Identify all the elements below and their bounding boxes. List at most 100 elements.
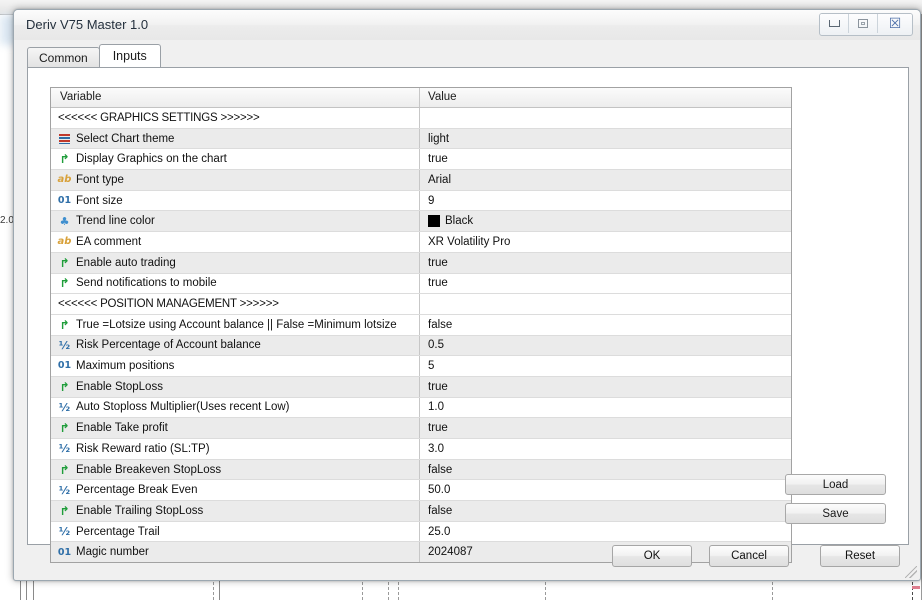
table-row[interactable]: ½Percentage Break Even50.0 (51, 480, 791, 501)
row-variable-cell: <<<<<< POSITION MANAGEMENT >>>>>> (51, 294, 420, 314)
row-variable-cell: ½Percentage Break Even (51, 480, 420, 500)
row-variable-label: Display Graphics on the chart (76, 153, 227, 165)
row-value-cell[interactable]: 0.5 (420, 336, 791, 356)
close-button[interactable]: ☒ (878, 14, 912, 33)
load-button-label: Load (823, 479, 849, 491)
row-variable-cell: <<<<<< GRAPHICS SETTINGS >>>>>> (51, 108, 420, 128)
double-type-icon: ½ (57, 525, 72, 538)
string-type-icon: ab (57, 235, 72, 248)
grid-header-row: Variable Value (51, 88, 791, 108)
row-variable-cell: 01Font size (51, 191, 420, 211)
row-variable-label: Percentage Trail (76, 526, 160, 538)
resize-grip[interactable] (905, 566, 917, 578)
table-row[interactable]: ↱Enable StopLosstrue (51, 377, 791, 398)
row-variable-label: Maximum positions (76, 360, 174, 372)
row-value-cell[interactable]: 5 (420, 356, 791, 376)
double-type-icon: ½ (57, 484, 72, 497)
row-value-text: Black (445, 215, 473, 227)
table-row[interactable]: <<<<<< POSITION MANAGEMENT >>>>>> (51, 294, 791, 315)
row-variable-cell: ab Font type (51, 170, 420, 190)
row-value-cell[interactable]: Arial (420, 170, 791, 190)
ea-properties-dialog: Deriv V75 Master 1.0 ☒ Common Inputs Var… (13, 9, 921, 581)
row-variable-label: Risk Reward ratio (SL:TP) (76, 443, 210, 455)
table-row[interactable]: ♣Trend line colorBlack (51, 211, 791, 232)
tab-common[interactable]: Common (27, 47, 100, 67)
reset-button[interactable]: Reset (820, 545, 900, 567)
table-row[interactable]: ↱ Enable Breakeven StopLoss false (51, 460, 791, 481)
row-value-cell[interactable]: true (420, 418, 791, 438)
minimize-button[interactable] (820, 14, 849, 33)
ok-button[interactable]: OK (612, 545, 692, 567)
row-variable-cell: Select Chart theme (51, 129, 420, 149)
row-value-cell[interactable]: XR Volatility Pro (420, 232, 791, 252)
row-value-cell[interactable]: true (420, 377, 791, 397)
load-button[interactable]: Load (785, 474, 886, 495)
row-value-cell[interactable]: 50.0 (420, 480, 791, 500)
cancel-button[interactable]: Cancel (709, 545, 789, 567)
row-value-cell[interactable]: 25.0 (420, 522, 791, 542)
table-row[interactable]: ↱ Enable Trailing StopLoss false (51, 501, 791, 522)
row-value-text: 3.0 (428, 443, 444, 455)
int-type-icon: 01 (57, 194, 72, 207)
row-value-text: 2024087 (428, 546, 473, 558)
tab-inputs-label: Inputs (113, 49, 147, 63)
table-row[interactable]: ↱Enable auto tradingtrue (51, 253, 791, 274)
row-value-cell[interactable]: true (420, 149, 791, 169)
maximize-button[interactable] (849, 14, 878, 33)
row-variable-label: Font type (76, 174, 124, 186)
tab-common-label: Common (39, 51, 88, 65)
bool-type-icon: ↱ (57, 153, 72, 166)
table-row[interactable]: ↱Enable Take profittrue (51, 418, 791, 439)
table-row[interactable]: ab EA comment XR Volatility Pro (51, 232, 791, 253)
dialog-title-bar[interactable]: Deriv V75 Master 1.0 ☒ (14, 10, 920, 40)
row-value-cell[interactable]: light (420, 129, 791, 149)
row-variable-label: Enable Breakeven StopLoss (76, 464, 221, 476)
row-value-cell[interactable]: false (420, 501, 791, 521)
row-value-cell[interactable]: true (420, 253, 791, 273)
chart-price-marker (912, 586, 920, 589)
save-button-label: Save (822, 508, 848, 520)
row-value-cell[interactable]: 9 (420, 191, 791, 211)
string-type-icon: ab (57, 173, 72, 186)
minimize-icon (829, 20, 840, 27)
table-row[interactable]: ↱True =Lotsize using Account balance || … (51, 315, 791, 336)
ok-button-label: OK (644, 550, 661, 562)
table-row[interactable]: ↱ Display Graphics on the chart true (51, 149, 791, 170)
row-value-cell[interactable]: false (420, 315, 791, 335)
row-value-text: XR Volatility Pro (428, 236, 510, 248)
table-row[interactable]: ↱Send notifications to mobiletrue (51, 274, 791, 295)
color-type-icon: ♣ (57, 215, 72, 228)
row-value-text: light (428, 133, 449, 145)
save-button[interactable]: Save (785, 503, 886, 524)
row-variable-label: Enable Trailing StopLoss (76, 505, 203, 517)
table-row[interactable]: ½ Percentage Trail 25.0 (51, 522, 791, 543)
row-variable-cell: ½Risk Reward ratio (SL:TP) (51, 439, 420, 459)
row-value-cell[interactable]: false (420, 460, 791, 480)
int-type-icon: 01 (57, 546, 72, 559)
tab-inputs[interactable]: Inputs (99, 44, 161, 67)
row-variable-cell: ↱Send notifications to mobile (51, 274, 420, 294)
row-variable-label: Enable auto trading (76, 257, 176, 269)
row-value-text: 5 (428, 360, 434, 372)
row-variable-cell: 01Magic number (51, 542, 420, 562)
table-row[interactable]: ab Font type Arial (51, 170, 791, 191)
table-row[interactable]: ½Risk Reward ratio (SL:TP) 3.0 (51, 439, 791, 460)
table-row[interactable]: 01Maximum positions5 (51, 356, 791, 377)
row-value-cell[interactable]: 1.0 (420, 398, 791, 418)
bool-type-icon: ↱ (57, 504, 72, 517)
table-row[interactable]: Select Chart theme light (51, 129, 791, 150)
row-value-cell[interactable] (420, 294, 791, 314)
table-row[interactable]: ½Auto Stoploss Multiplier(Uses recent Lo… (51, 398, 791, 419)
row-variable-cell: ½ Percentage Trail (51, 522, 420, 542)
row-value-text: true (428, 257, 448, 269)
table-row[interactable]: ½Risk Percentage of Account balance0.5 (51, 336, 791, 357)
table-row[interactable]: 01Font size9 (51, 191, 791, 212)
row-value-cell[interactable] (420, 108, 791, 128)
row-value-cell[interactable]: 3.0 (420, 439, 791, 459)
row-value-cell[interactable]: true (420, 274, 791, 294)
table-row[interactable]: <<<<<< GRAPHICS SETTINGS >>>>>> (51, 108, 791, 129)
row-value-cell[interactable]: Black (420, 211, 791, 231)
bool-type-icon: ↱ (57, 463, 72, 476)
row-variable-label: EA comment (76, 236, 141, 248)
grid-body: <<<<<< GRAPHICS SETTINGS >>>>>>Select Ch… (51, 108, 791, 562)
